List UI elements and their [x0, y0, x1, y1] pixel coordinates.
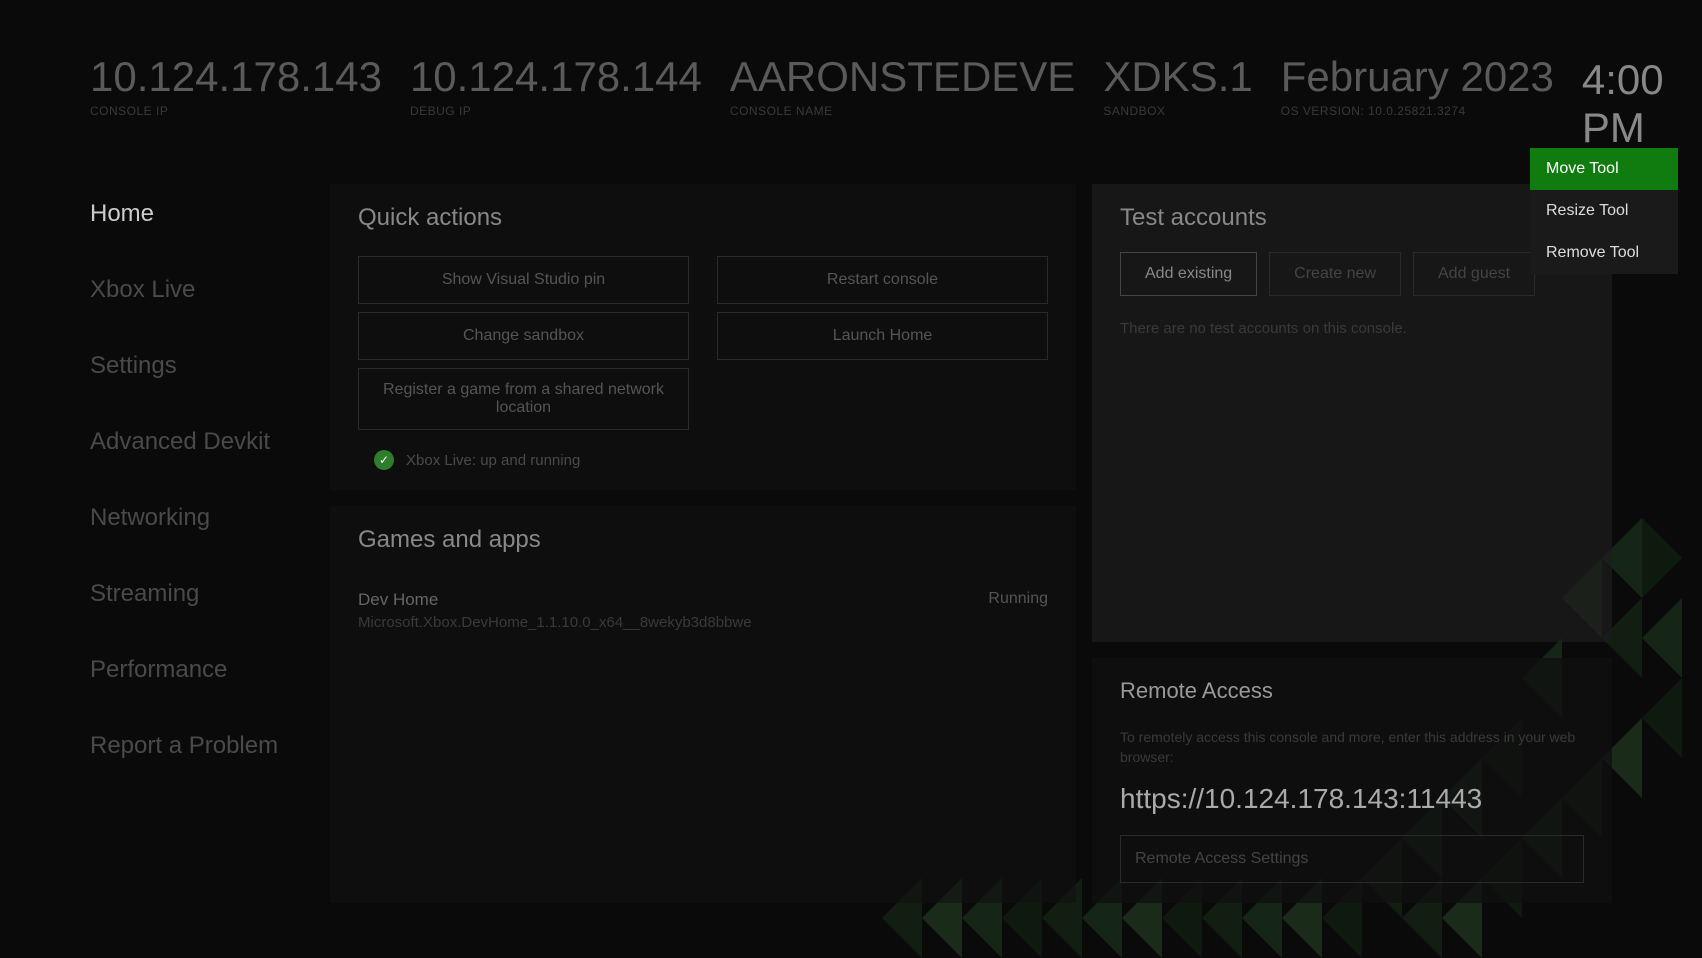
header-bar: 10.124.178.143 CONSOLE IP 10.124.178.144… — [0, 0, 1702, 152]
os-version-label: OS VERSION: 10.0.25821.3274 — [1281, 104, 1554, 118]
sidebar-item-settings[interactable]: Settings — [90, 352, 330, 380]
remote-access-desc: To remotely access this console and more… — [1120, 728, 1584, 767]
xbox-live-status-text: Xbox Live: up and running — [406, 452, 580, 469]
sidebar-item-home[interactable]: Home — [90, 200, 330, 228]
header-console-ip: 10.124.178.143 CONSOLE IP — [90, 56, 382, 118]
games-apps-title: Games and apps — [358, 526, 1048, 554]
remote-access-panel: Remote Access To remotely access this co… — [1092, 658, 1612, 903]
test-accounts-title: Test accounts — [1120, 204, 1584, 232]
header-console-name: AARONSTEDEVE CONSOLE NAME — [730, 56, 1075, 118]
quick-actions-title: Quick actions — [358, 204, 1048, 232]
resize-tool-menu-item[interactable]: Resize Tool — [1530, 190, 1678, 232]
sidebar-item-performance[interactable]: Performance — [90, 656, 330, 684]
sandbox-value: XDKS.1 — [1103, 56, 1252, 98]
app-row[interactable]: Dev Home Microsoft.Xbox.DevHome_1.1.10.0… — [358, 578, 1048, 631]
console-name-value: AARONSTEDEVE — [730, 56, 1075, 98]
create-new-button[interactable]: Create new — [1269, 252, 1401, 296]
header-time: 4:00 PM — [1582, 56, 1664, 152]
app-status: Running — [988, 590, 1048, 631]
console-ip-label: CONSOLE IP — [90, 104, 382, 118]
check-icon: ✓ — [374, 450, 394, 470]
debug-ip-value: 10.124.178.144 — [410, 56, 702, 98]
app-id: Microsoft.Xbox.DevHome_1.1.10.0_x64__8we… — [358, 614, 752, 631]
test-accounts-empty-text: There are no test accounts on this conso… — [1120, 320, 1584, 337]
console-ip-value: 10.124.178.143 — [90, 56, 382, 98]
change-sandbox-button[interactable]: Change sandbox — [358, 312, 689, 360]
show-vs-pin-button[interactable]: Show Visual Studio pin — [358, 256, 689, 304]
games-apps-panel: Games and apps Dev Home Microsoft.Xbox.D… — [330, 506, 1076, 903]
sidebar-item-streaming[interactable]: Streaming — [90, 580, 330, 608]
sidebar-item-xbox-live[interactable]: Xbox Live — [90, 276, 330, 304]
debug-ip-label: DEBUG IP — [410, 104, 702, 118]
remote-access-url: https://10.124.178.143:11443 — [1120, 783, 1584, 815]
sidebar-item-networking[interactable]: Networking — [90, 504, 330, 532]
remote-access-title: Remote Access — [1120, 678, 1584, 704]
app-name: Dev Home — [358, 590, 752, 610]
sidebar-item-report-problem[interactable]: Report a Problem — [90, 732, 330, 760]
add-existing-button[interactable]: Add existing — [1120, 252, 1257, 296]
header-debug-ip: 10.124.178.144 DEBUG IP — [410, 56, 702, 118]
header-os-version: February 2023 OS VERSION: 10.0.25821.327… — [1281, 56, 1554, 118]
remove-tool-menu-item[interactable]: Remove Tool — [1530, 232, 1678, 274]
restart-console-button[interactable]: Restart console — [717, 256, 1048, 304]
remote-access-settings-button[interactable]: Remote Access Settings — [1120, 835, 1584, 883]
launch-home-button[interactable]: Launch Home — [717, 312, 1048, 360]
sidebar-item-advanced-devkit[interactable]: Advanced Devkit — [90, 428, 330, 456]
sandbox-label: SANDBOX — [1103, 104, 1252, 118]
sidebar: Home Xbox Live Settings Advanced Devkit … — [90, 184, 330, 903]
header-sandbox: XDKS.1 SANDBOX — [1103, 56, 1252, 118]
tool-context-menu: Move Tool Resize Tool Remove Tool — [1530, 148, 1678, 274]
register-game-button[interactable]: Register a game from a shared network lo… — [358, 368, 689, 430]
quick-actions-panel: Quick actions Show Visual Studio pin Res… — [330, 184, 1076, 490]
xbox-live-status: ✓ Xbox Live: up and running — [358, 450, 1048, 470]
os-version-value: February 2023 — [1281, 56, 1554, 98]
console-name-label: CONSOLE NAME — [730, 104, 1075, 118]
add-guest-button[interactable]: Add guest — [1413, 252, 1535, 296]
move-tool-menu-item[interactable]: Move Tool — [1530, 148, 1678, 190]
